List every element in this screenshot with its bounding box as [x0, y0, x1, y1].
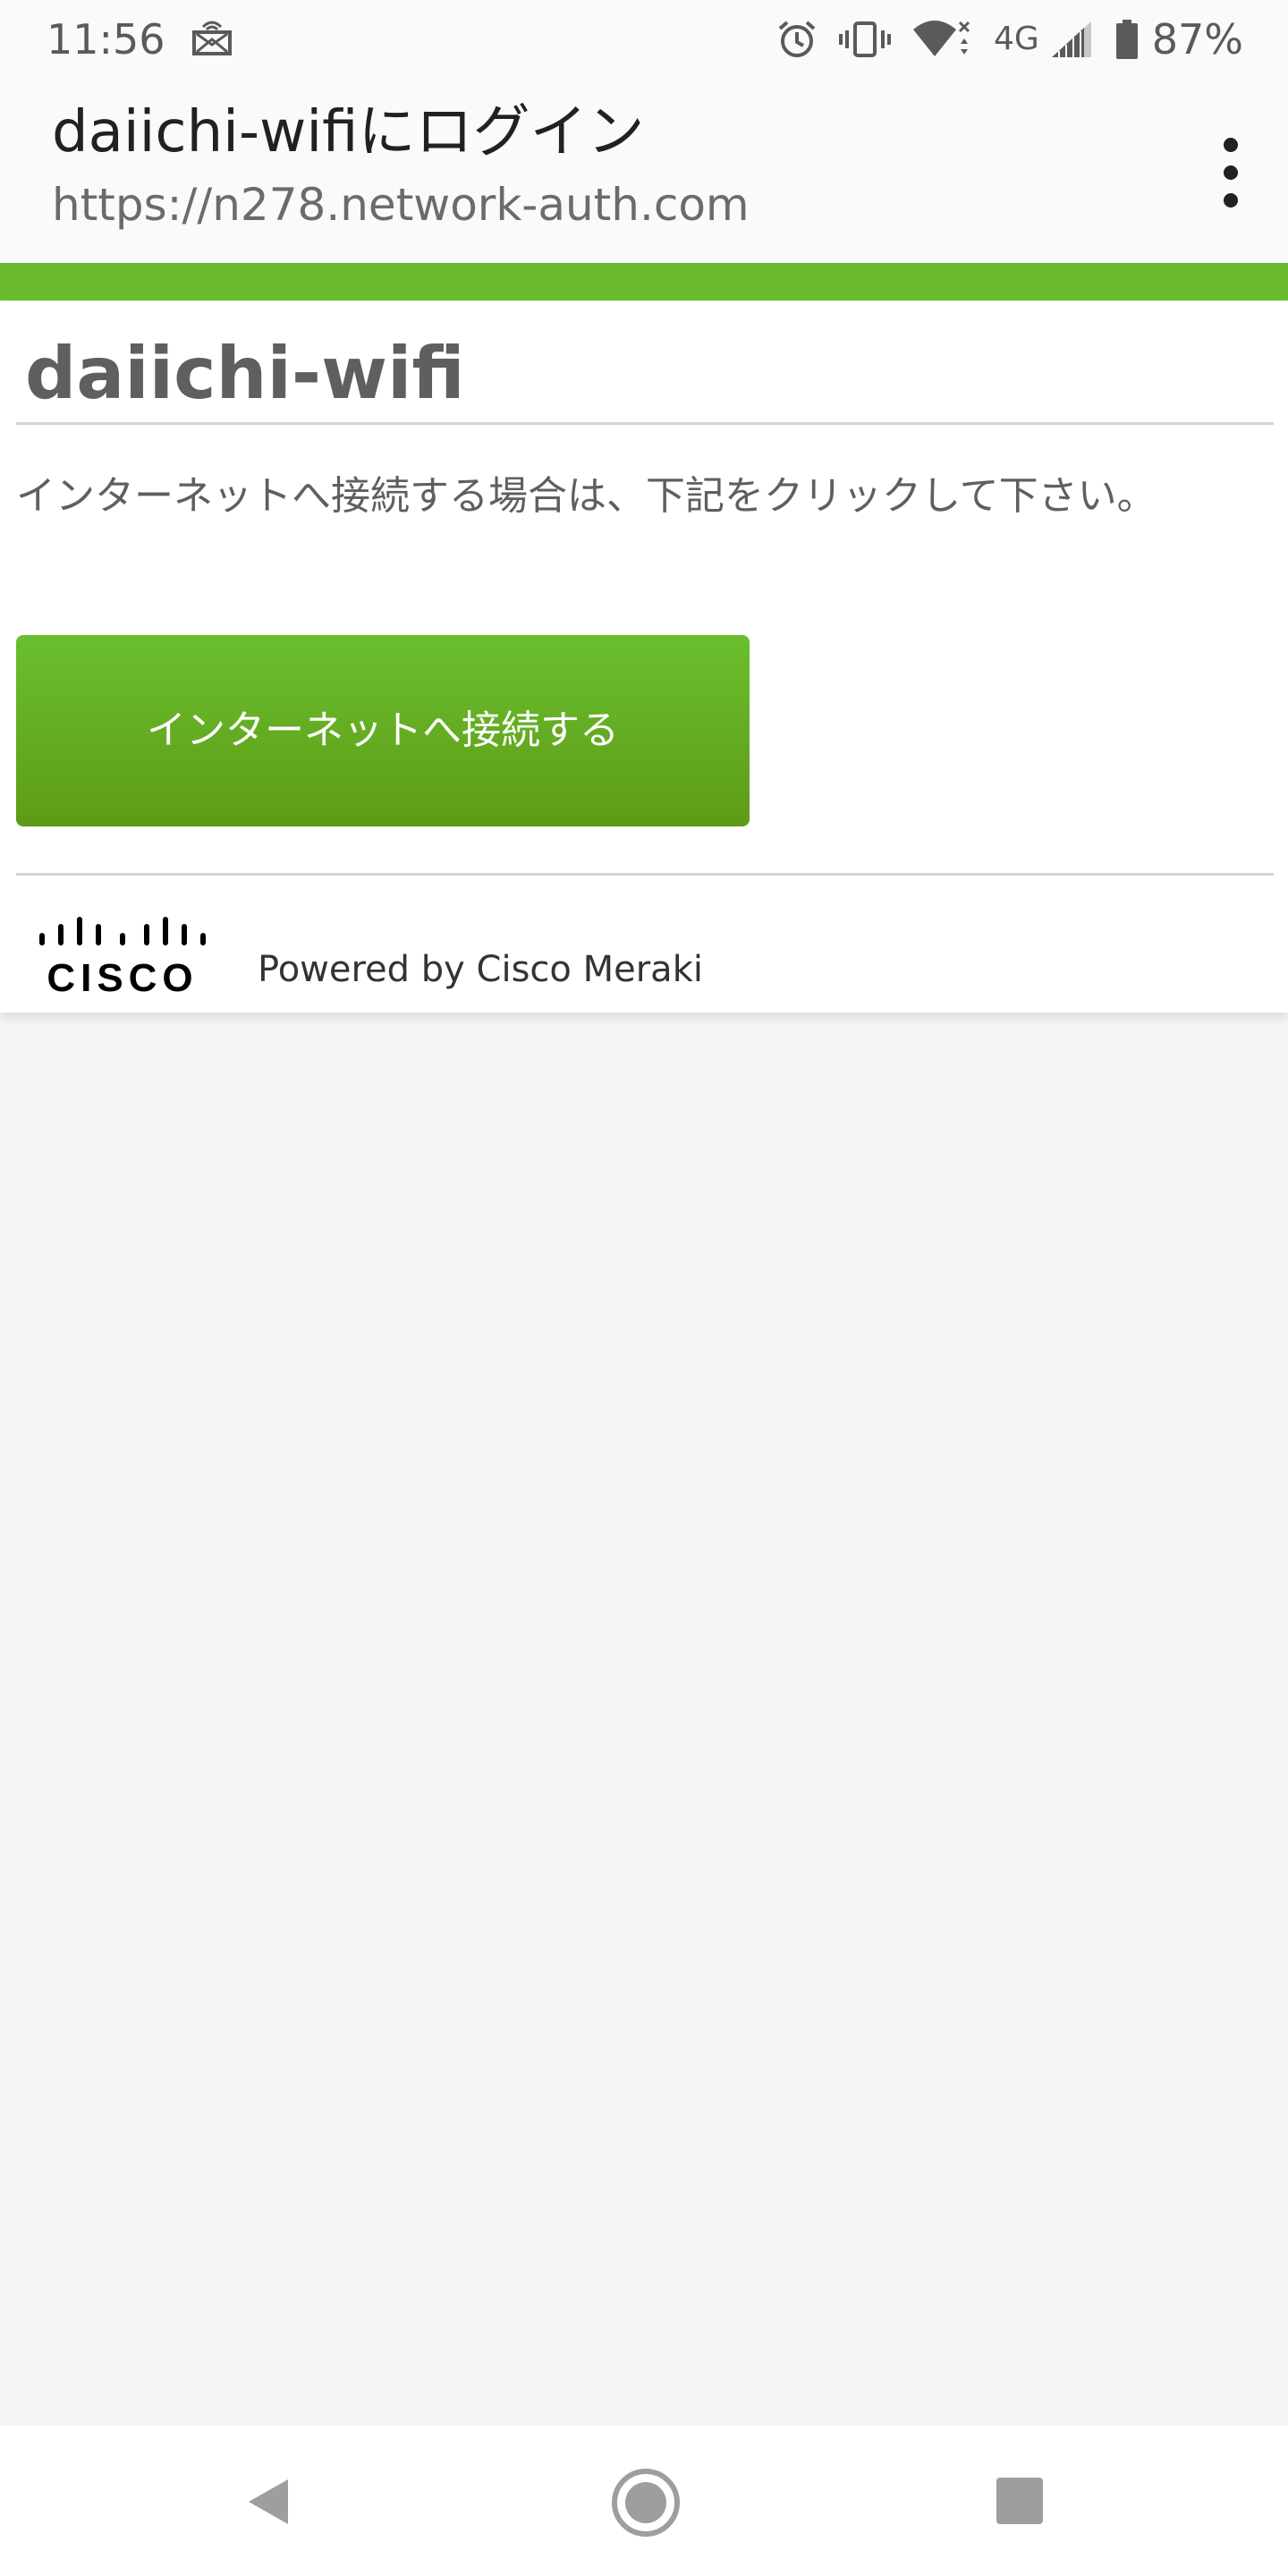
- cisco-logo: CISCO: [39, 917, 206, 996]
- network-name: daiichi-wifi: [25, 332, 465, 415]
- navigation-bar: [0, 2426, 1288, 2576]
- instructions-text: インターネットへ接続する場合は、下記をクリックして下さい。: [16, 473, 1157, 519]
- more-vert-icon[interactable]: [1211, 132, 1250, 213]
- divider: [16, 873, 1274, 876]
- battery-percent: 87%: [1151, 15, 1243, 64]
- status-time: 11:56: [47, 15, 165, 64]
- page-title: daiichi-wifiにログイン: [52, 99, 645, 165]
- network-type: 4G: [993, 21, 1039, 57]
- cisco-logo-text: CISCO: [47, 956, 198, 996]
- divider: [16, 422, 1274, 425]
- browser-header: daiichi-wifiにログイン https://n278.network-a…: [0, 79, 1288, 263]
- accent-bar: [0, 263, 1288, 301]
- home-icon[interactable]: [610, 2467, 682, 2538]
- signal-icon: [1051, 21, 1091, 57]
- wifi-icon: [912, 21, 970, 56]
- status-bar: 11:56 4G 87%: [0, 0, 1288, 79]
- vibrate-icon: [838, 21, 891, 57]
- splash-card: daiichi-wifi インターネットへ接続する場合は、下記をクリックして下さ…: [0, 301, 1288, 1013]
- alarm-icon: [778, 21, 816, 57]
- page-url[interactable]: https://n278.network-auth.com: [52, 175, 750, 234]
- status-icons: 4G 87%: [775, 13, 1243, 66]
- cast-icon: [192, 21, 232, 55]
- connect-button[interactable]: インターネットへ接続する: [16, 635, 750, 826]
- powered-by-text: Powered by Cisco Meraki: [258, 949, 703, 990]
- recents-icon[interactable]: [995, 2476, 1045, 2526]
- back-icon[interactable]: [242, 2474, 297, 2529]
- battery-icon: [1115, 20, 1138, 59]
